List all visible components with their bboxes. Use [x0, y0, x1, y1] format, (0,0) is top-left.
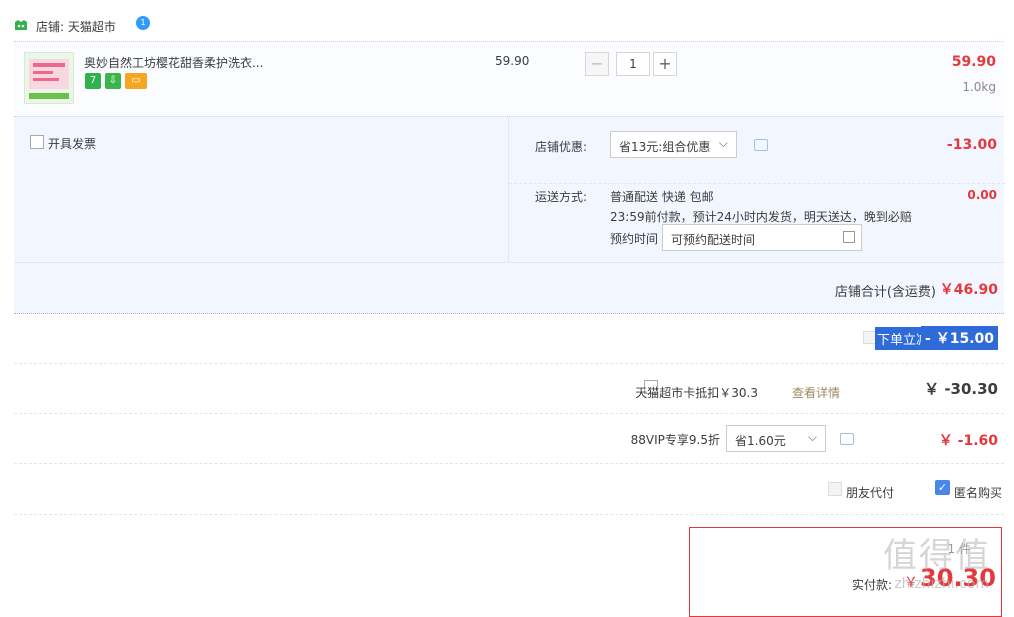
- tag-card-icon: ▭: [125, 73, 147, 89]
- vip-discount-amount: ￥ -1.60: [938, 433, 998, 449]
- friend-pay-checkbox[interactable]: [828, 482, 842, 496]
- shop-discount-select[interactable]: 省13元:组合优惠 ⌵: [610, 131, 737, 158]
- tag-7day-icon: 7: [85, 73, 101, 89]
- item-weight: 1.0kg: [962, 80, 996, 94]
- appointment-time-input[interactable]: 可预约配送时间: [662, 224, 862, 251]
- instant-discount-amount: - ￥15.00: [921, 326, 998, 350]
- tag-badge-icon: ⇩: [105, 73, 121, 89]
- shop-subtotal-label: 店铺合计(含运费): [834, 285, 936, 300]
- anonymous-label[interactable]: 匿名购买: [954, 484, 1002, 501]
- message-icon[interactable]: [840, 433, 854, 445]
- item-thumbnail[interactable]: [24, 52, 74, 104]
- payment-label: 实付款:: [852, 578, 893, 592]
- quantity-input[interactable]: 1: [616, 52, 650, 76]
- anonymous-checkbox[interactable]: ✓: [935, 480, 950, 495]
- calendar-icon[interactable]: [843, 231, 855, 243]
- invoice-checkbox[interactable]: [30, 135, 44, 149]
- shipping-label: 运送方式:: [535, 190, 588, 204]
- shop-icon: [14, 19, 28, 31]
- message-icon[interactable]: [754, 139, 768, 151]
- vip-discount-select[interactable]: 省1.60元 ⌵: [726, 425, 826, 452]
- shop-header: 店铺: 天猫超市 1: [14, 14, 1004, 38]
- shop-options: 店铺优惠: 省13元:组合优惠 ⌵ -13.00 运送方式: 普通配送 快递 包…: [508, 117, 1005, 263]
- vip-discount-label: 88VIP专享9.5折: [630, 433, 720, 447]
- vip-discount-row: 88VIP专享9.5折 省1.60元 ⌵ ￥ -1.60: [14, 413, 1004, 464]
- shop-discount-selected: 省13元:组合优惠: [619, 140, 711, 154]
- shop-subtotal-amount: ￥46.90: [939, 282, 998, 298]
- unit-price: 59.90: [495, 54, 530, 68]
- appointment-placeholder: 可预约配送时间: [671, 233, 756, 247]
- quantity-increase-button[interactable]: +: [653, 52, 677, 76]
- shop-discount-label: 店铺优惠:: [535, 140, 588, 154]
- payment-summary-box: 1 件 实付款: ￥ 30.30 值得值 zhizhizhi.com: [689, 527, 1002, 617]
- watermark-sub: zhizhizhi.com: [894, 576, 989, 592]
- tmall-card-label[interactable]: 天猫超市卡抵扣￥30.3: [635, 384, 758, 401]
- chevron-down-icon: ⌵: [807, 430, 817, 444]
- payment-options-row: 朋友代付 ✓ 匿名购买: [14, 463, 1004, 515]
- shipping-note: 23:59前付款，预计24小时内发货，明天送达，晚到必赔: [610, 210, 912, 224]
- divider: [509, 183, 1005, 184]
- friend-pay-label[interactable]: 朋友代付: [846, 484, 894, 501]
- vip-discount-selected: 省1.60元: [735, 434, 786, 448]
- tmall-card-detail-link[interactable]: 查看详情: [792, 384, 840, 401]
- invoice-label[interactable]: 开具发票: [48, 135, 96, 152]
- tmall-card-row: 天猫超市卡抵扣￥30.3 查看详情 ￥ -30.30: [14, 363, 1004, 414]
- quantity-decrease-button[interactable]: −: [585, 52, 609, 76]
- tmall-card-amount: ￥ -30.30: [924, 380, 998, 398]
- order-options-panel: 开具发票 店铺优惠: 省13元:组合优惠 ⌵ -13.00 运送方式: 普通配送…: [14, 116, 1005, 263]
- item-row: 奥妙自然工坊樱花甜香柔护洗衣... 7 ⇩ ▭ 59.90 − 1 + 59.9…: [14, 41, 1004, 116]
- shop-discount-amount: -13.00: [946, 137, 997, 153]
- chat-icon[interactable]: 1: [136, 16, 150, 30]
- appointment-label: 预约时间: [610, 232, 659, 246]
- shop-subtotal-bar: 店铺合计(含运费) ￥46.90: [14, 262, 1004, 314]
- item-title-link[interactable]: 奥妙自然工坊樱花甜香柔护洗衣...: [84, 54, 263, 71]
- watermark: 值得值: [883, 536, 991, 576]
- item-total-price: 59.90: [951, 54, 996, 70]
- shipping-method: 普通配送 快递 包邮: [610, 190, 714, 204]
- chevron-down-icon: ⌵: [718, 136, 728, 150]
- shop-name[interactable]: 店铺: 天猫超市: [36, 18, 116, 35]
- instant-discount-row: 下单立减 - ￥15.00: [14, 313, 1004, 363]
- shipping-amount: 0.00: [967, 188, 997, 202]
